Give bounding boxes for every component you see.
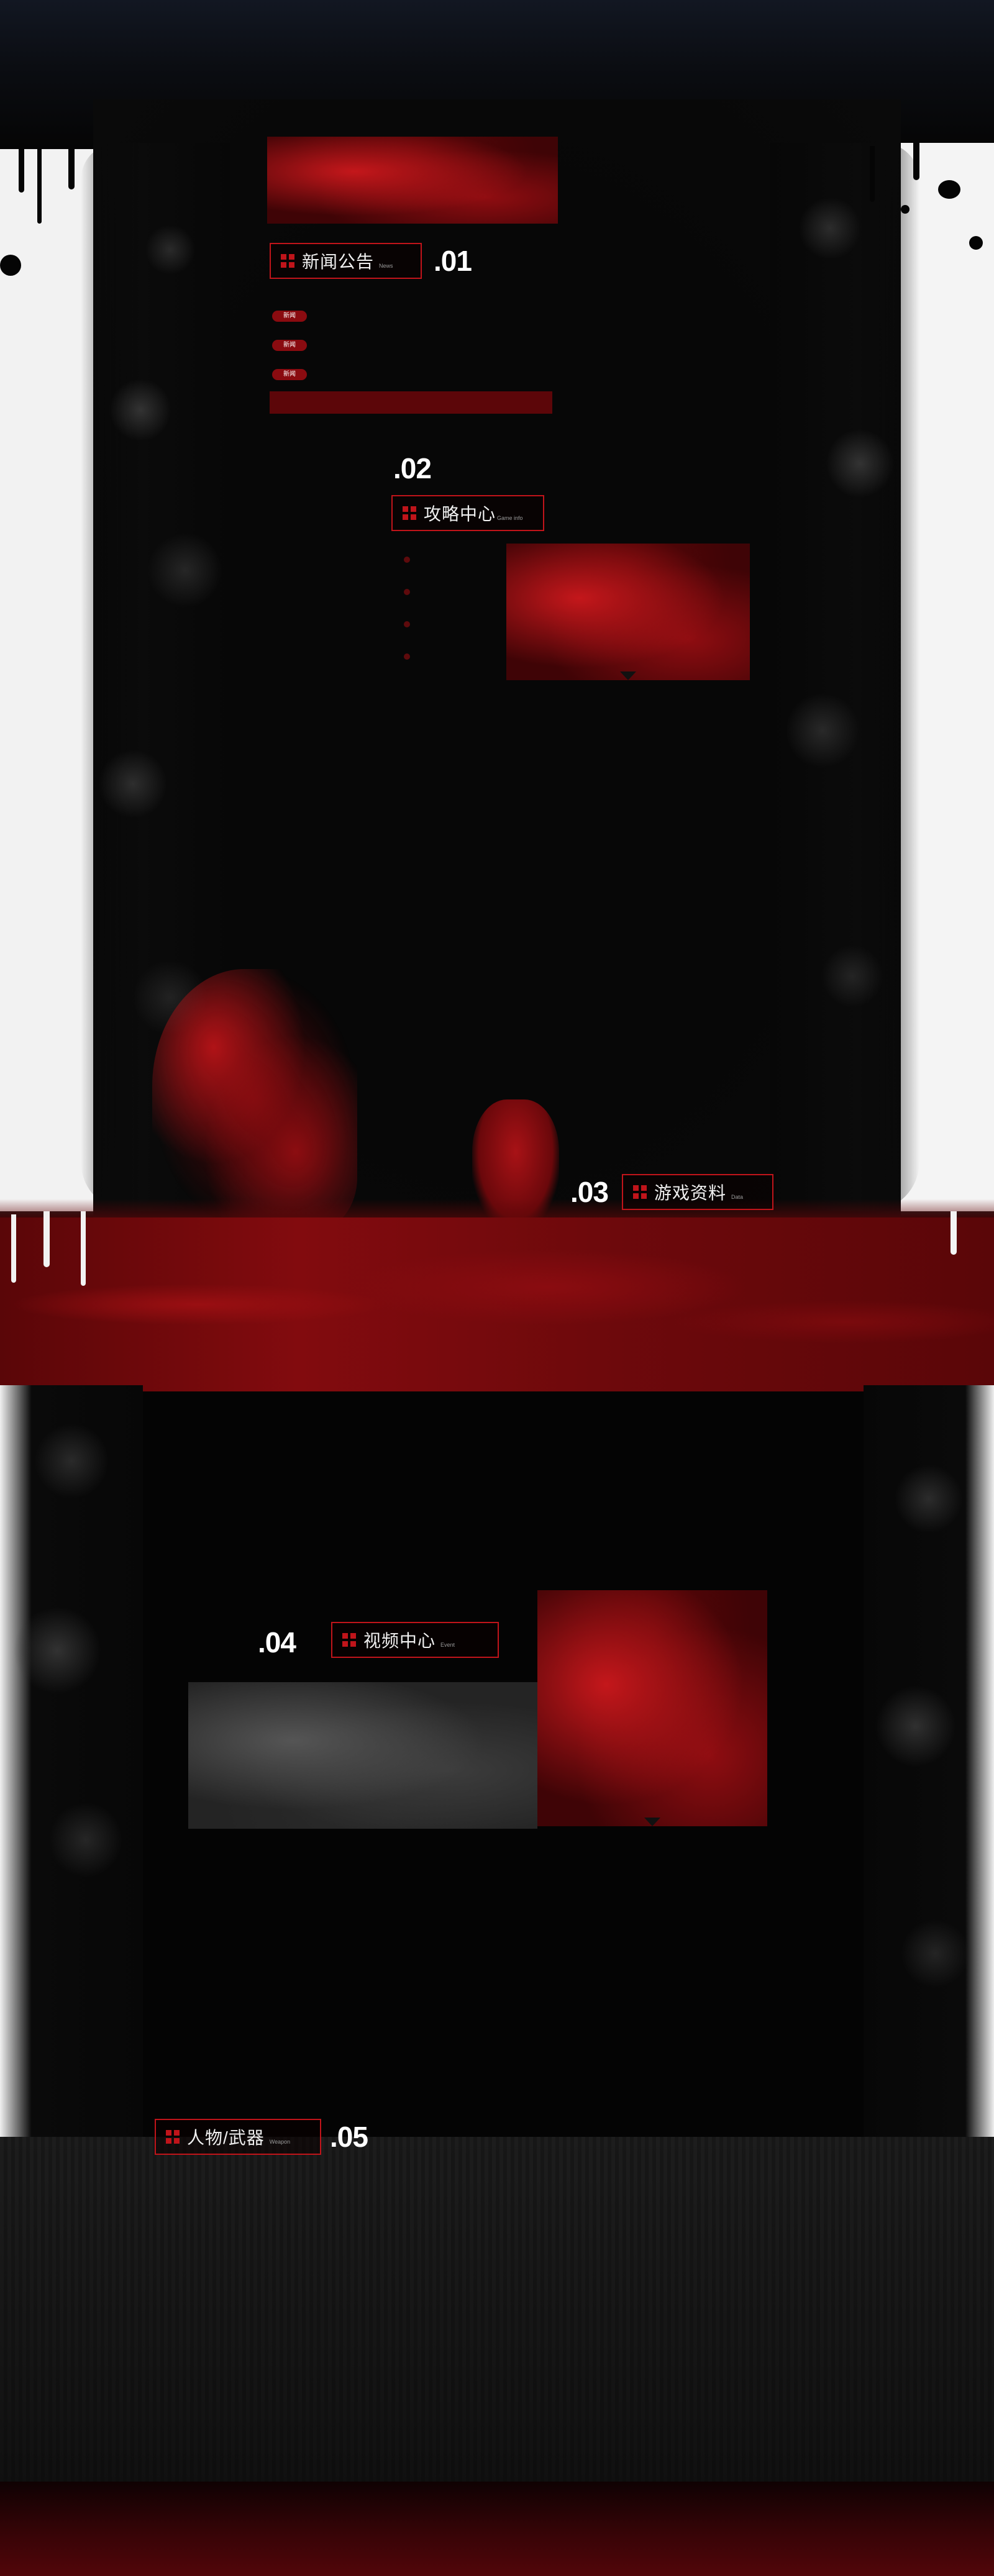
ink-drip — [19, 143, 24, 193]
data-section-title: 游戏资料 — [654, 1183, 727, 1203]
grid-icon — [342, 1633, 356, 1647]
ink-blot — [901, 205, 910, 214]
grid-icon — [403, 506, 416, 520]
striped-backdrop — [0, 2137, 994, 2482]
news-tag: 新闻 — [272, 310, 307, 322]
data-section-subtitle: Data — [731, 1194, 744, 1200]
play-triangle-icon — [644, 1818, 660, 1826]
video-section-header[interactable]: 视频中心 Event — [331, 1622, 499, 1658]
data-section-header[interactable]: 游戏资料 Data — [622, 1174, 773, 1210]
guide-nav-dot[interactable] — [404, 621, 410, 627]
guide-nav-dot[interactable] — [404, 653, 410, 660]
characters-section-number: .05 — [330, 2121, 368, 2153]
characters-section-subtitle: Weapon — [269, 2139, 291, 2145]
guide-feature-image[interactable] — [506, 544, 750, 680]
ink-blot — [938, 180, 960, 199]
ink-drip — [81, 1211, 86, 1286]
ink-drip — [870, 146, 875, 202]
news-section-header[interactable]: 新闻公告 News — [270, 243, 422, 279]
ink-blot — [0, 255, 21, 276]
news-section-subtitle: News — [379, 263, 393, 269]
list-item[interactable]: 新闻 — [272, 301, 552, 330]
guide-nav-dot[interactable] — [404, 589, 410, 595]
video-feature-image[interactable] — [537, 1590, 767, 1826]
news-tag: 新闻 — [272, 339, 307, 351]
data-section-number: .03 — [570, 1176, 609, 1208]
video-section-title: 视频中心 — [363, 1631, 436, 1650]
ink-drip — [11, 1214, 16, 1283]
news-banner-image[interactable] — [267, 137, 558, 224]
ink-blot — [969, 236, 983, 250]
blood-band — [0, 1217, 994, 1391]
video-section-subtitle: Event — [440, 1642, 455, 1648]
news-list: 新闻 新闻 新闻 — [272, 301, 552, 389]
guide-section-title: 攻略中心 — [424, 504, 496, 524]
list-item[interactable]: 新闻 — [272, 330, 552, 360]
list-item[interactable]: 新闻 — [272, 360, 552, 389]
ink-drip — [951, 1211, 957, 1255]
news-section-title: 新闻公告 — [302, 252, 375, 271]
grid-icon — [633, 1185, 647, 1199]
right-rock-edge — [770, 143, 919, 1211]
play-triangle-icon — [620, 671, 636, 680]
news-more-bar[interactable] — [270, 391, 552, 414]
characters-section-header[interactable]: 人物/武器 Weapon — [155, 2119, 321, 2155]
ink-drip — [68, 146, 75, 189]
lower-left-rock-edge — [0, 1385, 143, 2143]
video-thumbnail[interactable] — [188, 1682, 537, 1829]
grid-icon — [166, 2130, 180, 2144]
news-tag: 新闻 — [272, 368, 307, 380]
lower-right-rock-edge — [864, 1385, 994, 2143]
characters-section-title: 人物/武器 — [187, 2128, 265, 2147]
news-section-number: .01 — [434, 245, 472, 277]
guide-section-header[interactable]: 攻略中心 Game info — [391, 495, 544, 531]
blood-figure-art — [152, 969, 357, 1230]
footer-band — [0, 2482, 994, 2576]
guide-section-subtitle: Game info — [497, 515, 523, 521]
guide-nav-dot[interactable] — [404, 557, 410, 563]
guide-section-number: .02 — [393, 452, 432, 485]
ink-drip — [43, 1211, 50, 1267]
video-section-number: .04 — [258, 1626, 296, 1659]
grid-icon — [281, 254, 294, 268]
ink-drip — [37, 149, 42, 224]
ink-drip — [913, 143, 919, 180]
